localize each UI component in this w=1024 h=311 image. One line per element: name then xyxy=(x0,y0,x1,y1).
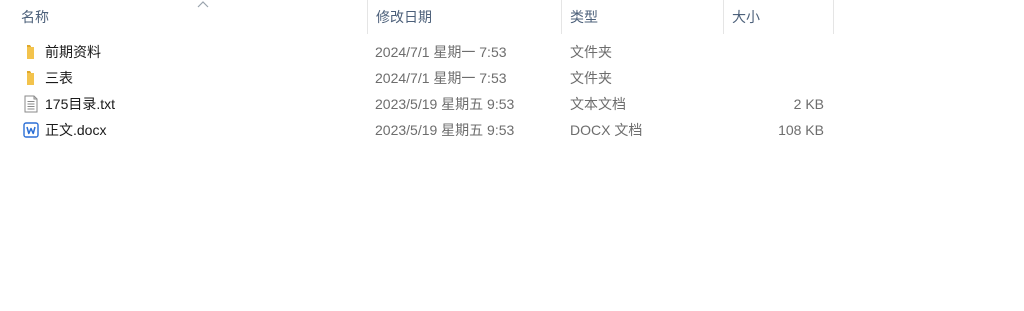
column-header-size[interactable]: 大小 xyxy=(724,0,834,34)
file-modified-date: 2024/7/1 星期一 7:53 xyxy=(375,44,507,60)
file-name: 正文.docx xyxy=(45,122,107,138)
folder-icon xyxy=(27,45,34,59)
file-type: 文件夹 xyxy=(570,70,612,86)
column-header-name[interactable]: 名称 xyxy=(13,0,368,34)
file-type: 文件夹 xyxy=(570,44,612,60)
column-header-row: 名称 修改日期 类型 大小 xyxy=(0,0,834,34)
chevron-up-icon xyxy=(197,1,209,8)
folder-icon xyxy=(27,71,34,85)
file-modified-date: 2023/5/19 星期五 9:53 xyxy=(375,122,515,138)
file-type: DOCX 文档 xyxy=(570,122,643,138)
column-header-type[interactable]: 类型 xyxy=(562,0,724,34)
file-list: 前期资料 2024/7/1 星期一 7:53 文件夹 三表 2024/7/1 星… xyxy=(0,39,834,143)
column-header-date[interactable]: 修改日期 xyxy=(368,0,562,34)
file-name: 前期资料 xyxy=(45,44,101,60)
file-size: 108 KB xyxy=(778,122,824,138)
file-size xyxy=(724,65,824,91)
column-header-date-label: 修改日期 xyxy=(376,9,432,25)
file-explorer: 名称 修改日期 类型 大小 前期资料 2024/7/1 星期一 7:53 文件夹 xyxy=(0,0,1024,311)
column-header-type-label: 类型 xyxy=(570,9,598,25)
file-modified-date: 2023/5/19 星期五 9:53 xyxy=(375,96,515,112)
text-file-icon xyxy=(24,95,38,113)
file-row-0[interactable]: 前期资料 2024/7/1 星期一 7:53 文件夹 xyxy=(0,39,834,65)
column-header-size-label: 大小 xyxy=(732,9,760,25)
file-name: 三表 xyxy=(45,70,73,86)
file-size: 2 KB xyxy=(793,96,824,112)
file-name: 175目录.txt xyxy=(45,96,116,112)
file-type: 文本文档 xyxy=(570,96,626,112)
file-row-2[interactable]: 175目录.txt 2023/5/19 星期五 9:53 文本文档 2 KB xyxy=(0,91,834,117)
word-document-icon xyxy=(23,122,39,138)
column-header-name-label: 名称 xyxy=(21,9,49,25)
file-size xyxy=(724,39,824,65)
file-row-3[interactable]: 正文.docx 2023/5/19 星期五 9:53 DOCX 文档 108 K… xyxy=(0,117,834,143)
file-modified-date: 2024/7/1 星期一 7:53 xyxy=(375,70,507,86)
file-row-1[interactable]: 三表 2024/7/1 星期一 7:53 文件夹 xyxy=(0,65,834,91)
